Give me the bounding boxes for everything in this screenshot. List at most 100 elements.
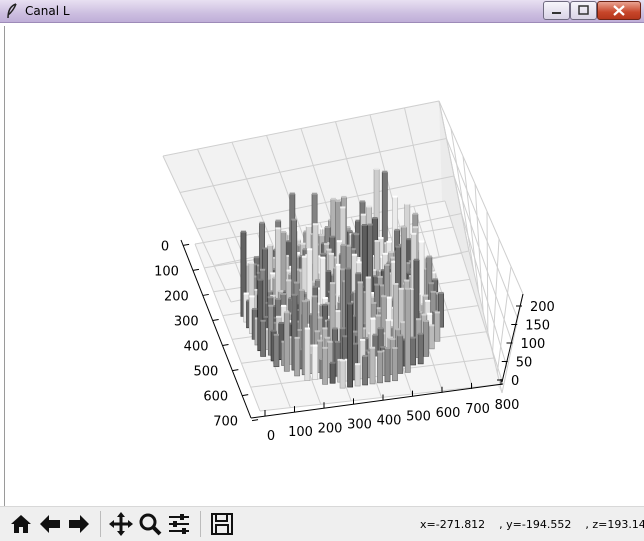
- bar-cap: [273, 333, 280, 336]
- z-tick-label: 100: [521, 337, 546, 352]
- bar-column: [304, 328, 311, 381]
- z-tick-label: 50: [516, 356, 533, 371]
- bar-cap: [380, 346, 386, 349]
- y-tick-mark: [251, 419, 259, 422]
- home-icon[interactable]: [8, 511, 34, 537]
- bar-cap: [418, 332, 424, 335]
- bar-cap: [430, 290, 436, 293]
- bar-cap: [267, 244, 273, 247]
- bar-cap: [301, 255, 308, 258]
- zoom-icon[interactable]: [137, 511, 163, 537]
- bar-column: [434, 312, 441, 342]
- x-tick-label: 300: [347, 417, 372, 432]
- bar-cap: [374, 167, 380, 170]
- bar-cap: [392, 195, 398, 198]
- bar-column: [312, 345, 318, 380]
- toolbar-separator: [100, 511, 101, 537]
- bar-cap: [388, 251, 394, 254]
- bar-cap: [386, 240, 392, 243]
- bar-cap: [412, 226, 419, 229]
- bar-cap: [249, 295, 255, 298]
- save-icon[interactable]: [209, 511, 235, 537]
- bar-cap: [275, 227, 281, 230]
- bar-cap: [360, 338, 366, 341]
- bar-cap: [385, 319, 391, 322]
- x-tick-label: 0: [267, 429, 275, 444]
- bar-cap: [372, 217, 378, 220]
- close-icon: [613, 5, 625, 16]
- navigation-toolbar: x=-271.812 , y=-194.552 , z=193.143: [0, 506, 644, 541]
- bar-cap: [252, 307, 258, 310]
- bar-cap: [438, 291, 444, 294]
- bar-cap: [275, 219, 281, 222]
- bar-cap: [421, 313, 427, 316]
- bar-cap: [240, 230, 247, 233]
- bar-cap: [415, 318, 422, 321]
- x-tick-label: 800: [495, 398, 520, 413]
- bar-cap: [378, 327, 384, 330]
- bar-cap: [395, 245, 401, 248]
- tk-feather-icon: [7, 3, 17, 19]
- bar-column: [397, 335, 404, 374]
- bar-cap: [340, 359, 346, 362]
- bar-cap: [312, 285, 318, 288]
- bar-cap: [365, 349, 371, 352]
- bar-cap: [377, 275, 383, 278]
- y-tick-label: 500: [194, 365, 219, 380]
- back-arrow-icon[interactable]: [37, 511, 63, 537]
- bar-column: [329, 362, 336, 384]
- bar-cap: [361, 224, 368, 227]
- bar-cap: [243, 292, 249, 295]
- bar-column: [377, 351, 383, 384]
- minimize-button[interactable]: [543, 1, 570, 20]
- bar-cap: [267, 296, 273, 299]
- bar-cap: [426, 255, 432, 258]
- bar-cap: [341, 195, 347, 198]
- pan-icon[interactable]: [108, 511, 134, 537]
- bar-cap: [384, 263, 390, 266]
- bar-cap: [322, 303, 328, 306]
- bar-cap: [262, 315, 268, 318]
- bar-cap: [317, 339, 323, 342]
- y-tick-label: 400: [184, 340, 209, 355]
- bar-cap: [322, 346, 328, 349]
- bar-column: [423, 321, 430, 357]
- maximize-icon: [578, 5, 589, 15]
- z-tick-label: 0: [511, 374, 519, 389]
- bar-cap: [267, 290, 273, 293]
- bar-cap: [271, 329, 277, 332]
- subplots-icon[interactable]: [166, 511, 192, 537]
- bar-column: [347, 303, 354, 388]
- bar-cap: [329, 235, 335, 238]
- bar-cap: [423, 294, 429, 297]
- bar-cap: [268, 304, 274, 307]
- bar-cap: [322, 327, 328, 330]
- maximize-button[interactable]: [570, 1, 597, 20]
- forward-arrow-icon[interactable]: [66, 511, 92, 537]
- bar-cap: [329, 361, 336, 364]
- bar-cap: [312, 223, 319, 226]
- bar-cap: [357, 281, 363, 284]
- bar-cap: [328, 252, 335, 255]
- bar-cap: [418, 240, 425, 243]
- bar-cap: [434, 311, 440, 314]
- bar-column: [354, 364, 361, 387]
- bar-cap: [322, 297, 328, 300]
- bar-column: [410, 337, 417, 366]
- bar-cap: [336, 263, 342, 266]
- plot-canvas[interactable]: 0 100 200 300 400 500 600 700 0 100 200 300 400 500 60…: [4, 26, 644, 506]
- bar-cap: [374, 240, 380, 243]
- bar-cap: [378, 236, 384, 239]
- bar-cap: [410, 336, 416, 339]
- close-button[interactable]: [597, 1, 641, 20]
- bar-cap: [365, 276, 371, 279]
- x-tick-label: 400: [377, 414, 402, 429]
- x-tick-label: 700: [465, 402, 490, 417]
- bar-cap: [390, 338, 396, 341]
- bar-cap: [375, 314, 381, 317]
- bar-cap: [259, 221, 265, 224]
- surface-3d-plot: 01002003004005006007000 100 200 300 400 500 60…: [154, 100, 555, 444]
- bar-cap: [286, 269, 292, 272]
- y-tick-label: 300: [174, 314, 199, 329]
- x-tick-label: 500: [406, 410, 431, 425]
